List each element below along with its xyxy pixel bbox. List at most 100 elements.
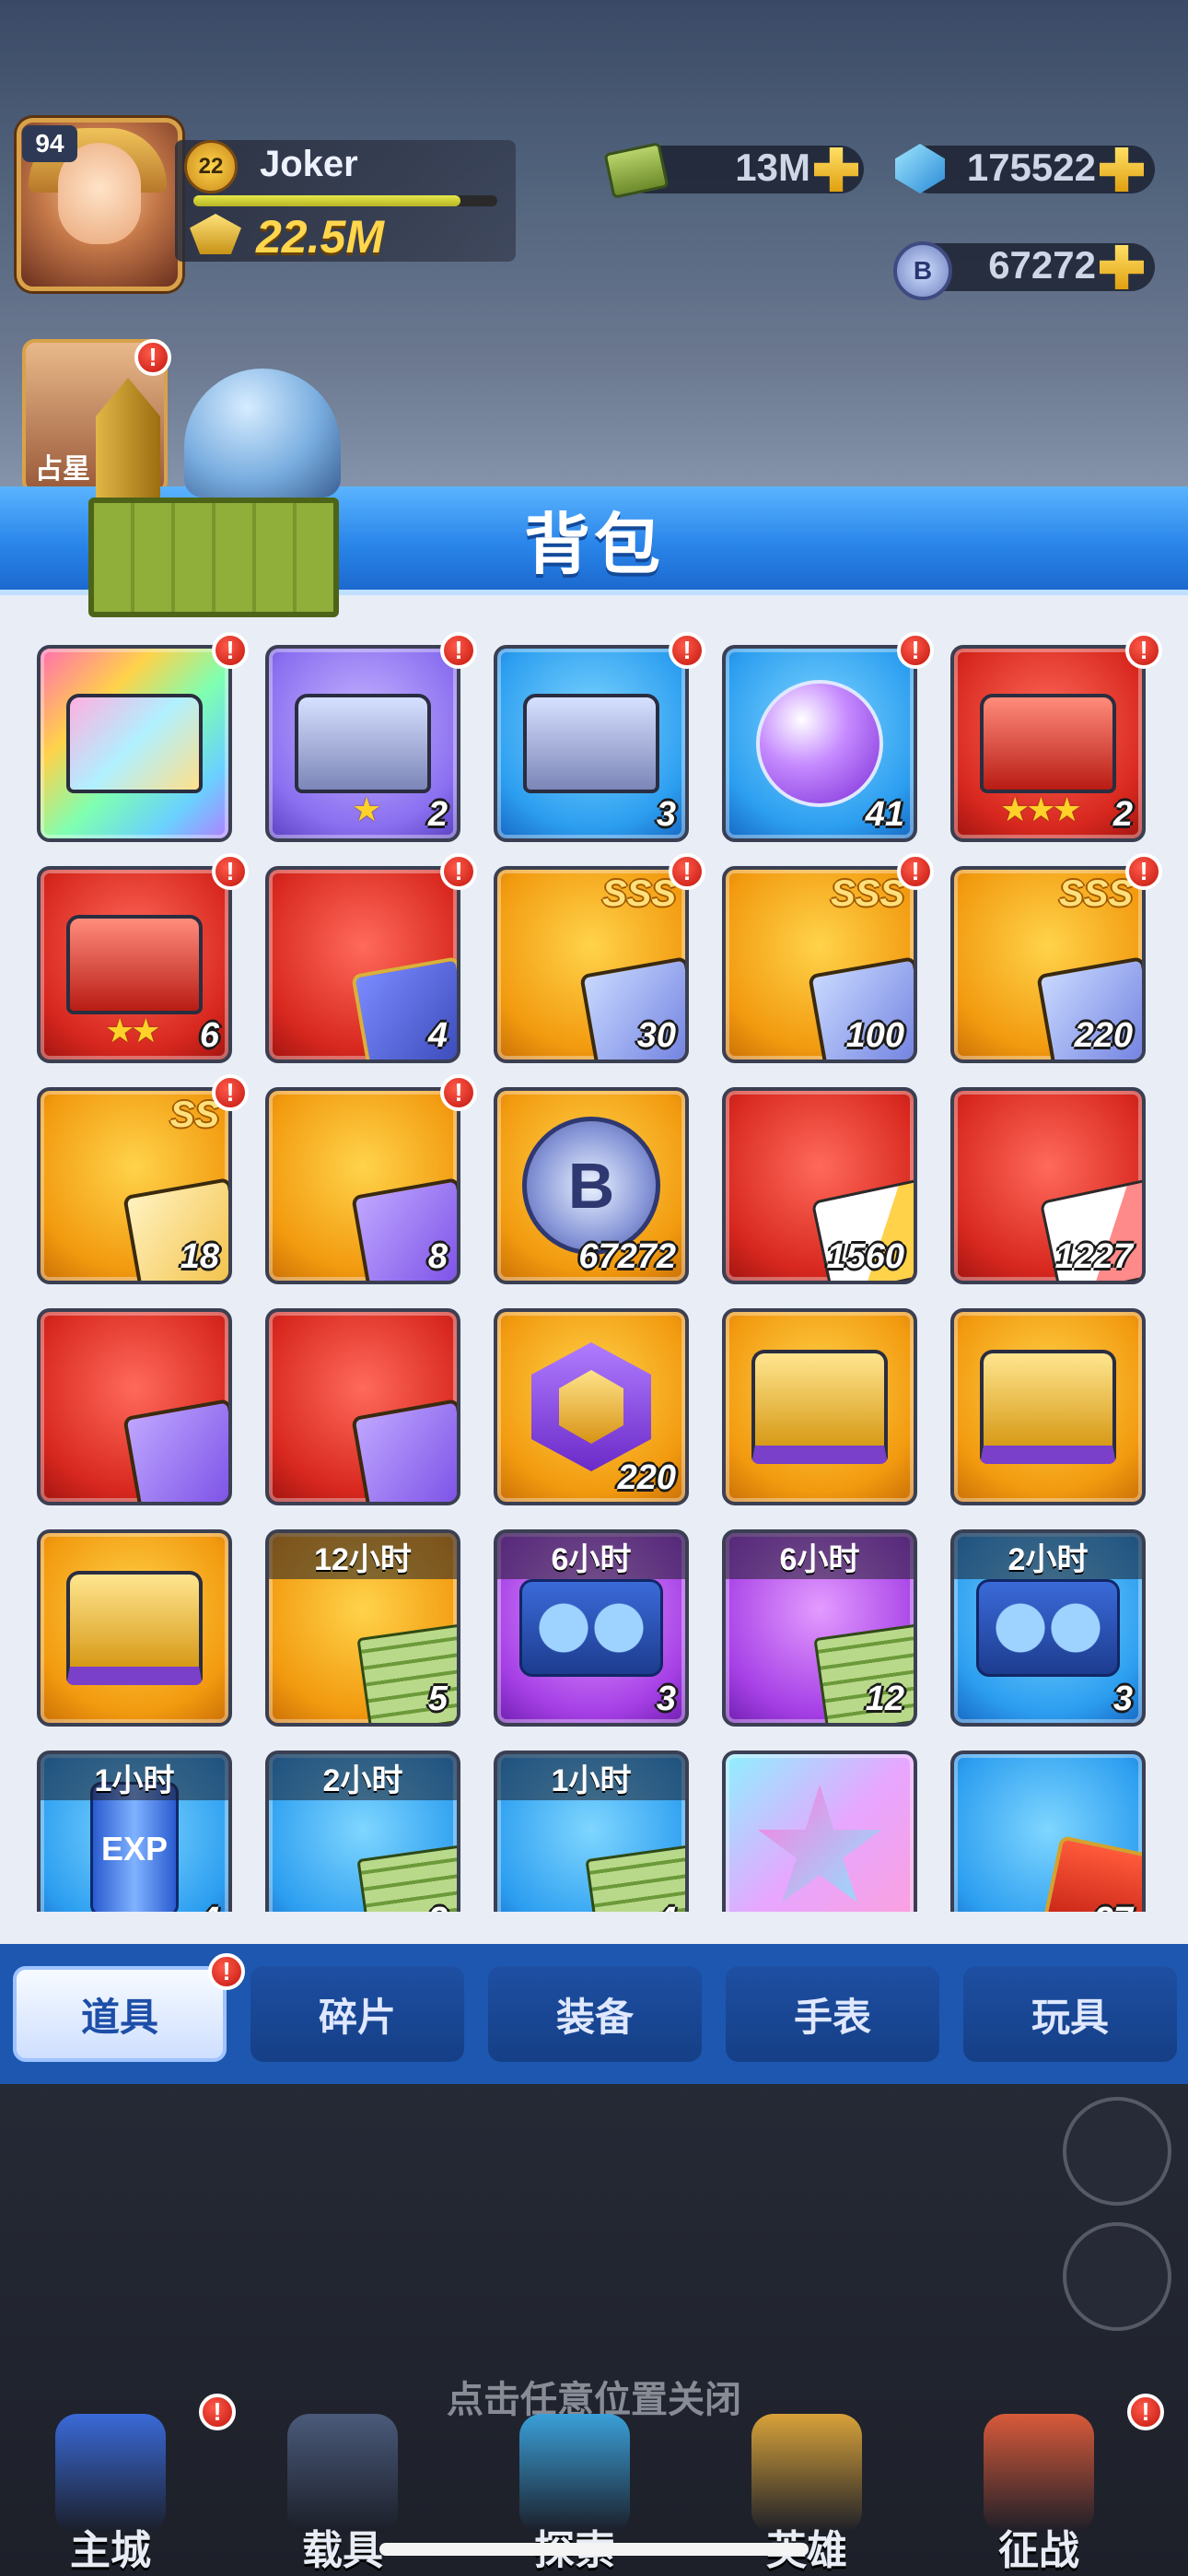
item-alert-icon: ! (1125, 853, 1162, 890)
item-count: 6 (199, 1016, 219, 1055)
crate-icon (88, 498, 339, 617)
tab-1[interactable]: 碎片 (250, 1966, 464, 2062)
nav-label: 征战 (998, 2528, 1079, 2573)
item-grade: SS (169, 1095, 219, 1135)
item-slot[interactable] (722, 1308, 917, 1505)
leaderboard-icon[interactable] (1063, 2222, 1171, 2331)
item-timer: 12小时 (269, 1533, 457, 1579)
item-timer: 2小时 (269, 1754, 457, 1800)
silver-chest-icon (295, 694, 431, 793)
item-count: 220 (1074, 1016, 1133, 1055)
player-level-badge: 94 (22, 125, 77, 162)
item-timer: 2小时 (954, 1533, 1142, 1579)
item-slot[interactable]: ★★ 6 (37, 866, 232, 1063)
item-slot[interactable]: 6小时 3 (494, 1529, 689, 1727)
item-slot[interactable] (37, 1308, 232, 1505)
item-count: 37 (1094, 1901, 1133, 1912)
tab-2[interactable]: 装备 (488, 1966, 702, 2062)
tab-4[interactable]: 玩具 (963, 1966, 1177, 2062)
nav-battle[interactable]: 征战 (947, 2414, 1131, 2576)
item-slot[interactable]: 6小时 12 (722, 1529, 917, 1727)
explore-icon (519, 2414, 630, 2534)
player-name: Joker (260, 144, 358, 184)
item-slot[interactable]: 3 (494, 645, 689, 842)
hero-icon (751, 2414, 862, 2534)
item-timer: 6小时 (726, 1533, 914, 1579)
item-slot[interactable]: SSS 100 (722, 866, 917, 1063)
item-timer: 6小时 (497, 1533, 685, 1579)
tab-0[interactable]: 道具 (13, 1966, 227, 2062)
exp-cans-icon (976, 1579, 1120, 1677)
item-slot[interactable]: SS 18 (37, 1087, 232, 1284)
cans-bag-icon (519, 1579, 663, 1677)
item-slot[interactable]: 37 (950, 1751, 1146, 1912)
gold-chest-icon (980, 1350, 1116, 1464)
item-count: 220 (617, 1458, 676, 1497)
item-slot[interactable]: ★ 2 (265, 645, 460, 842)
item-count: 4 (200, 1901, 219, 1912)
power-value: 22.5M (256, 211, 384, 263)
battle-icon (984, 2414, 1094, 2534)
cash-value: 13M (735, 146, 810, 189)
item-slot[interactable]: SSS 30 (494, 866, 689, 1063)
item-slot[interactable]: SSS 220 (950, 866, 1146, 1063)
item-count: 3 (428, 1901, 448, 1912)
item-timer: 1小时 (497, 1754, 685, 1800)
item-alert-icon: ! (669, 632, 705, 669)
item-stars: ★ (352, 790, 381, 828)
item-slot[interactable]: 4 (265, 866, 460, 1063)
item-alert-icon: ! (212, 1074, 249, 1111)
item-stars: ★★ (105, 1012, 161, 1049)
tab-3[interactable]: 手表 (726, 1966, 939, 2062)
item-slot[interactable]: 8 (265, 1087, 460, 1284)
purple-orb-icon (756, 680, 883, 807)
side-hero-label: 占星 (35, 454, 90, 485)
tab-alert-icon: ! (208, 1953, 245, 1990)
rank-badge: 22 (184, 140, 238, 193)
castle-icon (55, 2414, 166, 2534)
item-alert-icon: ! (897, 632, 934, 669)
item-slot[interactable]: 2小时 3 (950, 1529, 1146, 1727)
item-slot[interactable]: ★★★ 2 (950, 645, 1146, 842)
side-hero-alert-icon: ! (134, 339, 171, 376)
item-grade: SSS (830, 873, 904, 914)
item-alert-icon: ! (897, 853, 934, 890)
item-alert-icon: ! (1125, 632, 1162, 669)
gold-chest-icon (751, 1350, 888, 1464)
home-indicator[interactable] (379, 2543, 809, 2556)
item-slot[interactable]: 12小时 5 (265, 1529, 460, 1727)
item-slot[interactable]: 220 (494, 1308, 689, 1505)
item-alert-icon: ! (440, 632, 477, 669)
item-count: 67272 (578, 1237, 676, 1276)
exp-can-icon: EXP (90, 1782, 179, 1912)
item-slot[interactable] (722, 1751, 917, 1912)
nav-label: 主城 (70, 2528, 151, 2573)
item-grade: SSS (1058, 873, 1133, 914)
item-grid-scroll[interactable]: ! ★ 2! 3! 41! ★★★ 2! ★★ 6! 4! SSS 30! SSS 100! SSS 220!… (0, 608, 1188, 1912)
blue-chest-icon (523, 694, 659, 793)
item-slot[interactable]: B 67272 (494, 1087, 689, 1284)
item-count: 8 (427, 1237, 448, 1276)
nav-castle[interactable]: 主城 (18, 2414, 203, 2576)
item-slot[interactable] (950, 1308, 1146, 1505)
item-slot[interactable]: 1227 (950, 1087, 1146, 1284)
item-slot[interactable]: 2小时 3 (265, 1751, 460, 1912)
item-count: 1227 (1054, 1237, 1133, 1276)
friends-icon[interactable] (1063, 2097, 1171, 2206)
item-grade: SSS (601, 873, 676, 914)
item-slot[interactable]: 1560 (722, 1087, 917, 1284)
item-slot[interactable]: 1小时 4 (494, 1751, 689, 1912)
helmet-icon (184, 369, 341, 498)
item-slot[interactable]: EXP1小时 4 (37, 1751, 232, 1912)
item-alert-icon: ! (440, 853, 477, 890)
item-slot[interactable]: 41 (722, 645, 917, 842)
item-slot[interactable] (37, 1529, 232, 1727)
item-count: 4 (427, 1016, 448, 1055)
item-count: 2 (427, 795, 448, 834)
crown-card-orb-icon (122, 1398, 228, 1502)
item-count: 100 (845, 1016, 904, 1055)
item-slot[interactable] (37, 645, 232, 842)
item-slot[interactable] (265, 1308, 460, 1505)
item-count: 5 (427, 1680, 448, 1718)
gold-chest-icon (66, 1571, 203, 1685)
